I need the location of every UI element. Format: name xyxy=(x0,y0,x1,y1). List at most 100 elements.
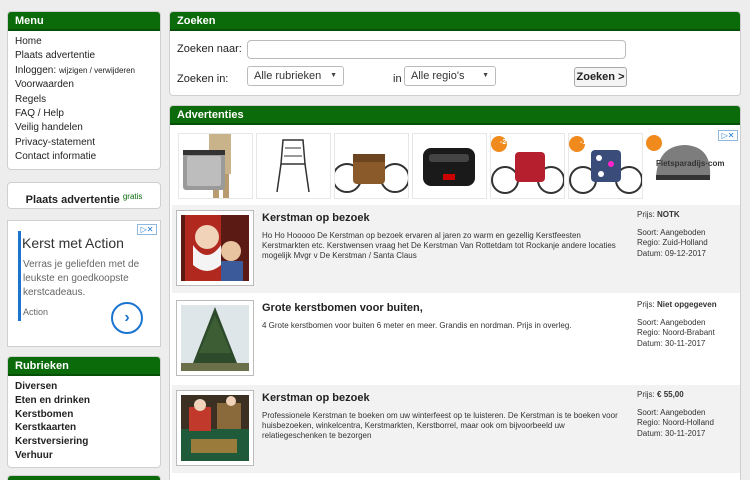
listing-region: Regio: Zuid-Holland xyxy=(637,238,708,248)
discount-badge: -20% xyxy=(500,139,517,146)
ad-arrow-icon[interactable]: › xyxy=(111,302,143,334)
listing-price: Prijs: NOTK xyxy=(637,210,708,220)
left-bottom-panel-head xyxy=(8,476,160,480)
listing-sort: Soort: Aangeboden xyxy=(637,408,706,418)
menu-item-rules[interactable]: Regels xyxy=(15,93,153,107)
rack-product-icon xyxy=(276,139,310,193)
listing-item[interactable]: Kerstman op bezoek Ho Ho Hooooo De Kerst… xyxy=(172,205,740,293)
menu-item-home[interactable]: Home xyxy=(15,35,153,49)
santa-sleigh-photo xyxy=(181,395,249,461)
menu-item-place-ad[interactable]: Plaats advertentie xyxy=(15,49,153,63)
menu-item-privacy[interactable]: Privacy-statement xyxy=(15,136,153,150)
categories-list: Diversen Eten en drinken Kerstbomen Kers… xyxy=(8,376,160,467)
banner-brand-name: Fietsparadijs xyxy=(656,159,706,168)
side-advertisement[interactable]: ▷✕ Kerst met Action Verras je geliefden … xyxy=(7,220,161,347)
listing-description: 4 Grote kerstbomen voor buiten 6 meter e… xyxy=(262,321,572,330)
search-form: Zoeken naar: Zoeken in: Alle rubrieken ▼… xyxy=(170,33,740,95)
listing-title[interactable]: Kerstman op bezoek xyxy=(262,392,370,404)
listing-date: Datum: 30-11-2017 xyxy=(637,428,706,438)
ads-panel: Advertenties -20% -13% Fietsparadijs·com… xyxy=(169,105,741,480)
menu-item-terms[interactable]: Voorwaarden xyxy=(15,78,153,92)
listing-meta: Prijs: Niet opgegeven Soort: Aangeboden … xyxy=(637,300,717,349)
search-query-label: Zoeken naar: xyxy=(177,43,242,55)
price-value: Niet opgegeven xyxy=(657,300,717,309)
ad-title: Kerst met Action xyxy=(22,235,124,251)
category-item[interactable]: Kerstkaarten xyxy=(15,421,153,435)
categories-panel: Rubrieken Diversen Eten en drinken Kerst… xyxy=(7,356,161,468)
banner-brand-suffix: ·com xyxy=(705,159,725,168)
price-value: € 55,00 xyxy=(657,390,684,399)
listing-title[interactable]: Grote kerstbomen voor buiten, xyxy=(262,302,423,314)
category-item[interactable]: Eten en drinken xyxy=(15,394,153,408)
banner-brand[interactable]: Fietsparadijs·com xyxy=(656,159,724,168)
listing-region: Regio: Noord-Brabant xyxy=(637,328,715,338)
ad-close-icon[interactable]: ▷✕ xyxy=(137,224,157,235)
price-label: Prijs: xyxy=(637,300,655,309)
category-item[interactable]: Verhuur xyxy=(15,449,153,463)
place-ad-label: Plaats advertentie xyxy=(25,194,120,206)
listing-thumbnail[interactable] xyxy=(176,210,254,286)
login-sub-link[interactable]: wijzigen / verwijderen xyxy=(59,66,135,75)
menu-item-safe-trade[interactable]: Veilig handelen xyxy=(15,121,153,135)
categories-title: Rubrieken xyxy=(8,357,160,376)
discount-badge: -13% xyxy=(580,139,597,146)
listing-item[interactable]: Grote kerstbomen voor buiten, 4 Grote ke… xyxy=(172,295,740,383)
ads-title: Advertenties xyxy=(170,106,740,125)
menu-list: Home Plaats advertentie Inloggen: wijzig… xyxy=(8,31,160,169)
free-badge: gratis xyxy=(122,192,143,201)
search-input[interactable] xyxy=(247,40,626,59)
search-button[interactable]: Zoeken > xyxy=(574,67,627,87)
category-item[interactable]: Kerstbomen xyxy=(15,408,153,422)
listing-description: Ho Ho Hooooo De Kerstman op bezoek ervar… xyxy=(262,231,616,261)
menu-title: Menu xyxy=(8,12,160,31)
listing-thumbnail[interactable] xyxy=(176,300,254,376)
menu-item-contact[interactable]: Contact informatie xyxy=(15,150,153,164)
banner-item-pannier[interactable] xyxy=(332,133,410,199)
listing-date: Datum: 09-12-2017 xyxy=(637,248,706,258)
search-panel: Zoeken Zoeken naar: Zoeken in: Alle rubr… xyxy=(169,11,741,96)
ad-advertiser: Action xyxy=(23,307,49,317)
search-in-region-label: in xyxy=(393,73,402,85)
listing-item[interactable]: Kerstman op bezoek Professionele Kerstma… xyxy=(172,385,740,473)
category-select[interactable]: Alle rubrieken ▼ xyxy=(247,66,344,86)
login-link[interactable]: Inloggen: xyxy=(15,65,56,76)
santa-photo xyxy=(181,215,249,281)
case-product-icon xyxy=(423,148,475,186)
category-item[interactable]: Diversen xyxy=(15,380,153,394)
listing-price: Prijs: Niet opgegeven xyxy=(637,300,717,310)
category-item[interactable]: Kerstversiering xyxy=(15,435,153,449)
search-title: Zoeken xyxy=(170,12,740,31)
bag-product-icon xyxy=(183,134,231,198)
ad-accent-bar xyxy=(18,231,21,321)
region-select[interactable]: Alle regio's ▼ xyxy=(404,66,496,86)
listing-meta: Prijs: NOTK Soort: Aangeboden Regio: Zui… xyxy=(637,210,708,259)
category-select-value: Alle rubrieken xyxy=(254,70,322,82)
pannier-product-icon xyxy=(332,154,410,193)
banner-close-icon[interactable]: ▷✕ xyxy=(718,130,738,141)
ad-text: Verras je geliefden met de leukste en go… xyxy=(23,259,140,298)
left-bottom-panel xyxy=(7,475,161,480)
menu-item-faq[interactable]: FAQ / Help xyxy=(15,107,153,121)
price-label: Prijs: xyxy=(637,390,655,399)
tree-photo xyxy=(181,305,249,371)
listing-date: Datum: 30-11-2017 xyxy=(637,338,706,348)
chevron-down-icon: ▼ xyxy=(482,72,489,79)
region-select-value: Alle regio's xyxy=(411,70,465,82)
banner-item-case[interactable] xyxy=(412,133,487,199)
ads-content: -20% -13% Fietsparadijs·com ▷✕ Kerstman … xyxy=(170,127,740,480)
listing-price: Prijs: € 55,00 xyxy=(637,390,714,400)
listing-thumbnail[interactable] xyxy=(176,390,254,466)
search-in-label: Zoeken in: xyxy=(177,73,229,85)
listing-region: Regio: Noord-Holland xyxy=(637,418,714,428)
banner-item-rack[interactable] xyxy=(256,133,331,199)
price-value: NOTK xyxy=(657,210,680,219)
chevron-down-icon: ▼ xyxy=(330,72,337,79)
place-ad-button[interactable]: Plaats advertentie gratis xyxy=(7,182,161,209)
listing-meta: Prijs: € 55,00 Soort: Aangeboden Regio: … xyxy=(637,390,714,439)
menu-item-login: Inloggen: wijzigen / verwijderen xyxy=(15,64,153,78)
banner-item-bag[interactable] xyxy=(178,133,253,199)
listing-description: Professionele Kerstman te boeken om uw w… xyxy=(262,411,618,441)
listing-title[interactable]: Kerstman op bezoek xyxy=(262,212,370,224)
menu-panel: Menu Home Plaats advertentie Inloggen: w… xyxy=(7,11,161,170)
listing-sort: Soort: Aangeboden xyxy=(637,318,706,328)
